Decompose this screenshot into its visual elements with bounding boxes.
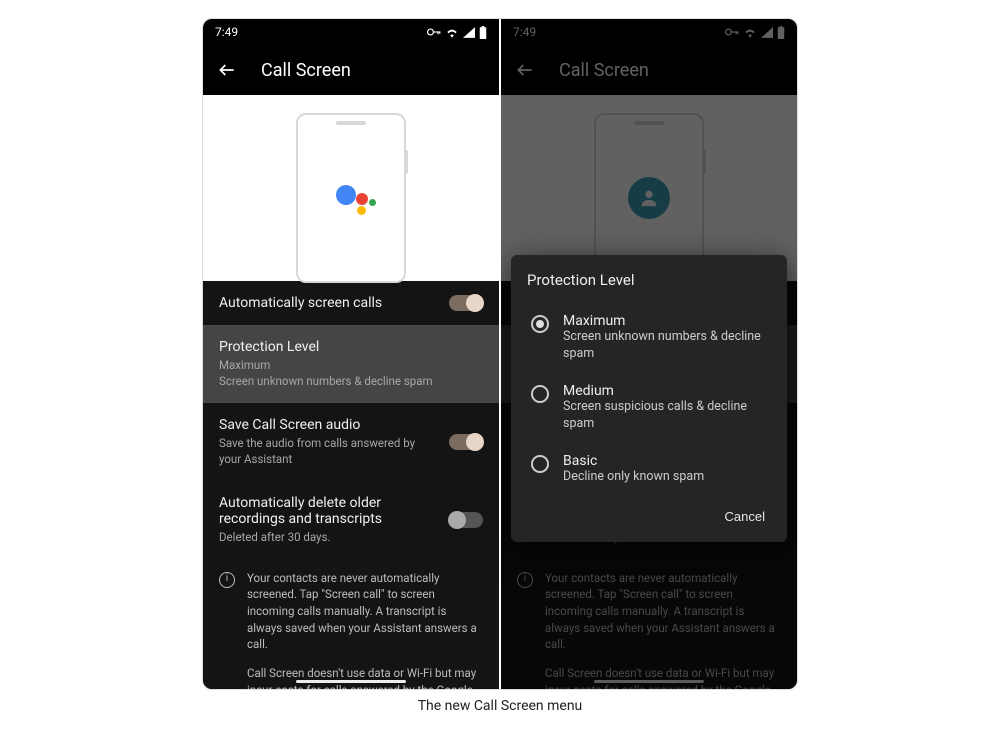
vpn-key-icon	[427, 27, 441, 37]
info-text-1: Your contacts are never automatically sc…	[247, 570, 483, 653]
battery-icon	[479, 26, 487, 39]
radio-icon[interactable]	[531, 455, 549, 473]
settings-list: Automatically screen calls Protection Le…	[203, 281, 499, 689]
setting-label: Protection Level	[219, 339, 483, 355]
phone-left: 7:49 Call Screen Automatically screen	[203, 19, 499, 689]
assistant-logo-icon	[330, 177, 372, 219]
radio-label: Basic	[563, 453, 704, 469]
dialog-option-basic[interactable]: Basic Decline only known spam	[527, 443, 775, 496]
info-footer: i Your contacts are never automatically …	[203, 560, 499, 689]
setting-auto-delete[interactable]: Automatically delete older recordings an…	[203, 481, 499, 560]
wifi-icon	[445, 27, 459, 38]
image-caption: The new Call Screen menu	[418, 698, 583, 714]
home-indicator[interactable]	[296, 680, 406, 683]
dialog-option-maximum[interactable]: Maximum Screen unknown numbers & decline…	[527, 303, 775, 373]
setting-protection-level[interactable]: Protection Level Maximum Screen unknown …	[203, 325, 499, 403]
page-title: Call Screen	[261, 60, 351, 81]
dialog-title: Protection Level	[527, 271, 775, 289]
protection-level-dialog: Protection Level Maximum Screen unknown …	[511, 255, 787, 542]
toggle-save-audio[interactable]	[449, 434, 483, 450]
radio-icon[interactable]	[531, 385, 549, 403]
radio-icon[interactable]	[531, 315, 549, 333]
status-bar: 7:49	[203, 19, 499, 45]
setting-auto-screen[interactable]: Automatically screen calls	[203, 281, 499, 325]
info-text-2: Call Screen doesn't use data or Wi-Fi bu…	[247, 665, 483, 689]
setting-label: Automatically delete older recordings an…	[219, 495, 437, 527]
phone-frame-illustration	[296, 113, 406, 283]
radio-label: Maximum	[563, 313, 771, 329]
phone-right: 7:49 Call Screen Automatically screen ca…	[501, 19, 797, 689]
radio-sub: Screen suspicious calls & decline spam	[563, 399, 771, 433]
setting-save-audio[interactable]: Save Call Screen audio Save the audio fr…	[203, 403, 499, 481]
info-icon: i	[219, 572, 235, 588]
status-time: 7:49	[215, 25, 238, 39]
radio-label: Medium	[563, 383, 771, 399]
toggle-auto-delete[interactable]	[449, 512, 483, 528]
radio-sub: Screen unknown numbers & decline spam	[563, 329, 771, 363]
dialog-option-medium[interactable]: Medium Screen suspicious calls & decline…	[527, 373, 775, 443]
signal-icon	[463, 27, 475, 38]
setting-label: Automatically screen calls	[219, 295, 437, 311]
radio-sub: Decline only known spam	[563, 469, 704, 486]
cancel-button[interactable]: Cancel	[715, 501, 775, 532]
screenshot-pair: 7:49 Call Screen Automatically screen	[202, 18, 798, 690]
app-bar: Call Screen	[203, 45, 499, 95]
setting-sub: Save the audio from calls answered by yo…	[219, 436, 437, 467]
setting-label: Save Call Screen audio	[219, 417, 437, 433]
toggle-auto-screen[interactable]	[449, 295, 483, 311]
back-icon[interactable]	[217, 60, 237, 80]
status-icons	[427, 26, 487, 39]
setting-sub: Deleted after 30 days.	[219, 530, 437, 546]
hero-illustration	[203, 95, 499, 281]
setting-value: Maximum Screen unknown numbers & decline…	[219, 358, 483, 389]
